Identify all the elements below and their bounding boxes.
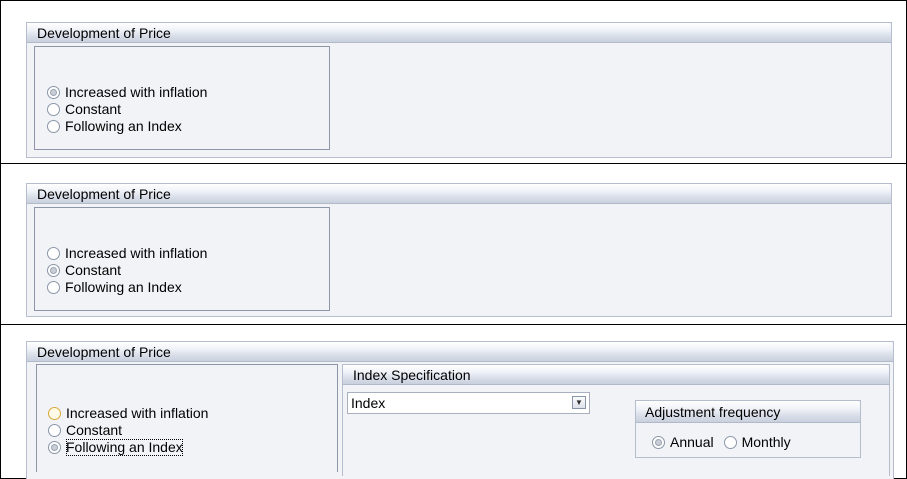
radio-following-an-index[interactable]: Following an Index (47, 118, 207, 135)
radio-monthly[interactable]: Monthly (723, 434, 791, 451)
price-radio-list: Increased with inflation Constant Follow… (47, 245, 207, 296)
adjustment-radio-list: Annual Monthly (652, 434, 791, 451)
price-radio-list: Increased with inflation Constant Follow… (48, 405, 208, 456)
radio-hover-icon[interactable] (48, 407, 61, 420)
radio-label: Constant (65, 262, 122, 278)
radio-label: Constant (66, 422, 123, 438)
index-select-value: Index (351, 395, 386, 411)
radio-label: Annual (670, 434, 714, 450)
radio-annual[interactable]: Annual (652, 434, 714, 451)
radio-label: Monthly (741, 434, 791, 450)
group-title: Development of Price (27, 342, 893, 362)
price-option-box: Increased with inflation Constant Follow… (36, 364, 338, 472)
radio-checked-icon[interactable] (652, 436, 665, 449)
radio-unchecked-icon[interactable] (47, 247, 60, 260)
radio-checked-icon[interactable] (48, 441, 61, 454)
radio-unchecked-icon[interactable] (48, 424, 61, 437)
development-of-price-group: Development of Price Increased with infl… (26, 183, 892, 317)
radio-following-an-index[interactable]: Following an Index (48, 439, 208, 456)
radio-increased-with-inflation[interactable]: Increased with inflation (47, 84, 207, 101)
radio-checked-icon[interactable] (47, 86, 60, 99)
adjustment-frequency-title: Adjustment frequency (636, 401, 860, 423)
radio-increased-with-inflation[interactable]: Increased with inflation (47, 245, 207, 262)
index-specification-group: Index Specification Index ▼ Adjustment f… (342, 364, 890, 476)
screenshot-panel-2: Development of Price Increased with infl… (0, 164, 907, 325)
group-title: Development of Price (27, 23, 891, 43)
adjustment-frequency-group: Adjustment frequency Annual Monthly (635, 400, 861, 458)
radio-label: Increased with inflation (66, 405, 209, 421)
radio-label: Constant (65, 101, 122, 117)
screenshot-panel-1: Development of Price Increased with infl… (0, 0, 907, 164)
radio-unchecked-icon[interactable] (47, 103, 60, 116)
index-select[interactable]: Index ▼ (347, 392, 590, 414)
chevron-down-icon[interactable]: ▼ (572, 396, 586, 409)
radio-checked-icon[interactable] (47, 264, 60, 277)
radio-constant[interactable]: Constant (48, 422, 208, 439)
radio-unchecked-icon[interactable] (47, 281, 60, 294)
screenshot-panel-3: Development of Price Increased with infl… (0, 325, 907, 479)
price-option-box: Increased with inflation Constant Follow… (34, 207, 330, 311)
development-of-price-group: Development of Price Increased with infl… (26, 22, 892, 158)
index-specification-title: Index Specification (343, 365, 889, 385)
group-title: Development of Price (27, 184, 891, 204)
radio-label: Following an Index (65, 118, 182, 134)
price-option-box: Increased with inflation Constant Follow… (34, 46, 330, 150)
radio-constant[interactable]: Constant (47, 262, 207, 279)
radio-label: Increased with inflation (65, 245, 208, 261)
radio-unchecked-icon[interactable] (723, 436, 737, 449)
radio-constant[interactable]: Constant (47, 101, 207, 118)
development-of-price-group: Development of Price Increased with infl… (26, 341, 894, 479)
price-radio-list: Increased with inflation Constant Follow… (47, 84, 207, 135)
radio-increased-with-inflation[interactable]: Increased with inflation (48, 405, 208, 422)
radio-label: Increased with inflation (65, 84, 208, 100)
radio-following-an-index[interactable]: Following an Index (47, 279, 207, 296)
radio-unchecked-icon[interactable] (47, 120, 60, 133)
radio-label: Following an Index (65, 279, 182, 295)
radio-label: Following an Index (66, 439, 183, 456)
